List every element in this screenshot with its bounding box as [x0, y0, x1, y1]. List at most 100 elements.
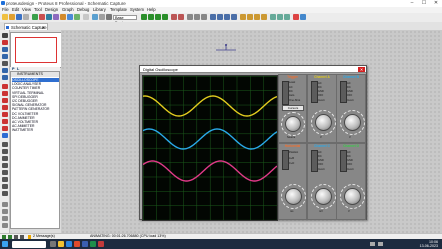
channel-d-off[interactable]: OFF: [347, 163, 352, 166]
package-tool-icon[interactable]: [254, 14, 260, 20]
copy-icon[interactable]: [194, 14, 200, 20]
channel-b-invert[interactable]: Invert: [347, 99, 354, 102]
minimize-button[interactable]: –: [406, 0, 418, 7]
ac-label[interactable]: AC: [289, 86, 293, 89]
overview-viewport[interactable]: [15, 37, 57, 63]
channel-c-invert[interactable]: Invert: [318, 168, 325, 171]
channel-b-ac[interactable]: AC: [347, 82, 351, 85]
source-code-icon[interactable]: [74, 14, 80, 20]
pcb-icon[interactable]: [46, 14, 52, 20]
horizontal-position-slider[interactable]: [282, 150, 289, 170]
component-symbol[interactable]: [211, 42, 241, 56]
bom-icon[interactable]: [67, 14, 73, 20]
text-script-icon[interactable]: [1, 61, 8, 66]
rotate-ccw-icon[interactable]: [1, 209, 8, 214]
close-button[interactable]: ✕: [430, 0, 442, 7]
system-clock[interactable]: 10:06 13-06-2023: [420, 240, 438, 248]
channel-b-off[interactable]: OFF: [347, 94, 352, 97]
channel-b-dc[interactable]: DC: [347, 86, 351, 89]
network-icon[interactable]: [370, 242, 375, 246]
auto-label[interactable]: Auto: [289, 94, 294, 97]
property-tool-icon[interactable]: [284, 14, 290, 20]
oscilloscope-window[interactable]: Digital Oscilloscope ✕ Trigger Level AC …: [139, 65, 367, 221]
channel-a-position-slider[interactable]: [311, 81, 318, 103]
channel-c-volts-knob[interactable]: [315, 188, 332, 205]
pick-device-icon[interactable]: [240, 14, 246, 20]
block-delete-icon[interactable]: [231, 14, 237, 20]
trigger-level-slider[interactable]: [282, 81, 289, 105]
channel-c-position-slider[interactable]: [311, 150, 318, 172]
proteus-taskbar-icon[interactable]: [98, 241, 104, 247]
decompose-icon[interactable]: [261, 14, 267, 20]
list-item[interactable]: WATTMETER: [12, 128, 59, 132]
paste-icon[interactable]: [201, 14, 207, 20]
overview-window[interactable]: [10, 32, 62, 68]
stop-icon[interactable]: [20, 234, 24, 239]
2d-text-icon[interactable]: [1, 177, 8, 182]
mirror-x-icon[interactable]: [1, 216, 8, 221]
cursors-button[interactable]: Cursors: [282, 105, 304, 111]
help-icon[interactable]: [83, 14, 89, 20]
junction-dot-icon[interactable]: [1, 47, 8, 52]
2d-line-icon[interactable]: [1, 142, 8, 147]
channel-c-dc[interactable]: DC: [318, 155, 322, 158]
channel-b-gnd[interactable]: GND: [347, 90, 353, 93]
channel-a-dc[interactable]: DC: [318, 86, 322, 89]
2d-markers-icon[interactable]: [1, 191, 8, 196]
channel-c-gnd[interactable]: GND: [318, 159, 324, 162]
word-icon[interactable]: [82, 241, 88, 247]
tab-schematic-capture[interactable]: Schematic Capture ✕: [4, 23, 48, 30]
mirror-y-icon[interactable]: [1, 223, 8, 228]
chrome-icon[interactable]: [74, 241, 80, 247]
redo-icon[interactable]: [178, 14, 184, 20]
make-device-icon[interactable]: [247, 14, 253, 20]
pause-icon[interactable]: [14, 234, 18, 239]
channel-d-dc[interactable]: DC: [347, 155, 351, 158]
c-plus-d-label[interactable]: C+D: [289, 162, 294, 165]
step-icon[interactable]: [8, 234, 12, 239]
oscilloscope-title-bar[interactable]: Digital Oscilloscope ✕: [140, 66, 366, 73]
channel-a-ac[interactable]: AC: [318, 82, 322, 85]
one-shot-label[interactable]: One-Shot: [289, 99, 300, 102]
terminals-icon[interactable]: [1, 84, 8, 89]
wire-label-icon[interactable]: [1, 54, 8, 59]
task-view-icon[interactable]: [50, 241, 56, 247]
origin-icon[interactable]: [106, 14, 112, 20]
netlist-icon[interactable]: [300, 14, 306, 20]
generator-icon[interactable]: [1, 112, 8, 117]
channel-a-off[interactable]: OFF: [318, 94, 323, 97]
refresh-icon[interactable]: [92, 14, 98, 20]
file-explorer-icon[interactable]: [58, 241, 64, 247]
zoom-in-icon[interactable]: [141, 14, 147, 20]
search-tag-icon[interactable]: [277, 14, 283, 20]
2d-circle-icon[interactable]: [1, 156, 8, 161]
edge-browser-icon[interactable]: [66, 241, 72, 247]
graph-mode-icon[interactable]: [1, 98, 8, 103]
volume-icon[interactable]: [378, 242, 383, 246]
zoom-area-icon[interactable]: [162, 14, 168, 20]
channel-c-ac[interactable]: AC: [318, 151, 322, 154]
open-folder-icon[interactable]: [9, 14, 15, 20]
channel-a-volts-knob[interactable]: [315, 114, 332, 131]
undo-icon[interactable]: [171, 14, 177, 20]
channel-d-gnd[interactable]: GND: [347, 159, 353, 162]
voltage-probe-icon[interactable]: [1, 119, 8, 124]
wire-autorouter-icon[interactable]: [270, 14, 276, 20]
2d-symbol-icon[interactable]: [1, 184, 8, 189]
block-rotate-icon[interactable]: [224, 14, 230, 20]
instruments-list[interactable]: INSTRUMENTS OSCILLOSCOPE LOGIC ANALYSER …: [10, 71, 60, 229]
a-plus-b-label[interactable]: A+B: [289, 157, 294, 160]
channel-b-volts-knob[interactable]: [344, 114, 361, 131]
channel-c-off[interactable]: OFF: [318, 163, 323, 166]
design-rule-icon[interactable]: [293, 14, 299, 20]
2d-arc-icon[interactable]: [1, 163, 8, 168]
trigger-source-knob[interactable]: [285, 116, 301, 132]
gerber-icon[interactable]: [60, 14, 66, 20]
2d-box-icon[interactable]: [1, 149, 8, 154]
block-move-icon[interactable]: [217, 14, 223, 20]
play-icon[interactable]: [2, 234, 6, 239]
channel-a-invert[interactable]: Invert: [318, 99, 325, 102]
schematic-icon[interactable]: [39, 14, 45, 20]
close-project-icon[interactable]: [23, 14, 29, 20]
subcircuit-icon[interactable]: [1, 75, 8, 80]
